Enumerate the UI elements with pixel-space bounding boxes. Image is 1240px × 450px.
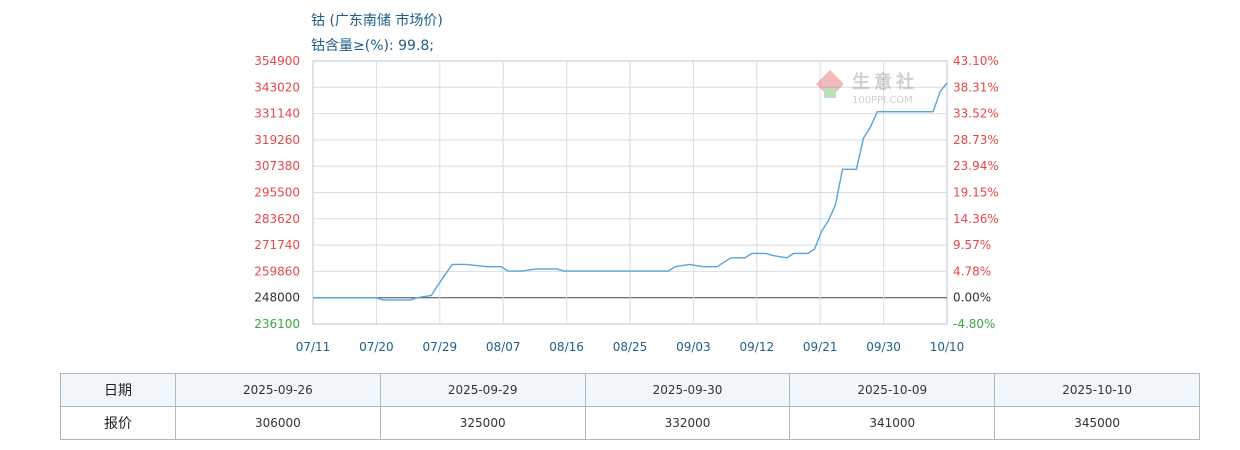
x-tick-label: 09/30	[866, 340, 901, 354]
y-pct-tick-label: -4.80%	[953, 317, 995, 331]
date-cell: 2025-09-29	[379, 373, 586, 407]
y-pct-tick-label: 28.73%	[953, 133, 999, 147]
price-cell: 345000	[994, 406, 1200, 440]
price-cell: 306000	[175, 406, 381, 440]
date-cell: 2025-10-10	[994, 373, 1200, 407]
y-pct-tick-label: 33.52%	[953, 107, 999, 121]
price-table: 日期 2025-09-26 2025-09-29 2025-09-30 2025…	[60, 373, 1200, 440]
y-pct-tick-label: 38.31%	[953, 80, 999, 94]
y-tick-label: 319260	[254, 133, 300, 147]
y-pct-tick-label: 0.00%	[953, 291, 991, 305]
x-tick-label: 07/11	[296, 340, 331, 354]
date-cell: 2025-10-09	[789, 373, 996, 407]
y-tick-label: 331140	[254, 107, 300, 121]
y-tick-label: 236100	[254, 317, 300, 331]
y-tick-label: 354900	[254, 54, 300, 68]
price-chart: 236100 -4.80% 248000 0.00% 259860 4.78% 271740…	[254, 54, 999, 354]
x-tick-label: 09/21	[803, 340, 838, 354]
price-row: 报价 306000 325000 332000 341000 345000	[60, 406, 1200, 440]
y-pct-tick-label: 4.78%	[953, 264, 991, 278]
y-tick-label: 259860	[254, 264, 300, 278]
x-tick-label: 09/03	[676, 340, 711, 354]
date-row-label: 日期	[60, 373, 176, 407]
y-tick-label: 307380	[254, 159, 300, 173]
y-tick-label: 295500	[254, 186, 300, 200]
y-tick-label: 271740	[254, 238, 300, 252]
x-tick-label: 08/07	[486, 340, 521, 354]
date-cell: 2025-09-26	[175, 373, 381, 407]
watermark-name: 生意社	[852, 71, 918, 93]
x-tick-label: 07/20	[359, 340, 394, 354]
price-cell: 341000	[789, 406, 996, 440]
x-tick-label: 07/29	[423, 340, 458, 354]
x-tick-label: 08/25	[613, 340, 648, 354]
date-cell: 2025-09-30	[584, 373, 791, 407]
price-cell: 325000	[379, 406, 586, 440]
price-cell: 332000	[584, 406, 791, 440]
y-pct-tick-label: 23.94%	[953, 159, 999, 173]
x-tick-label: 08/16	[549, 340, 584, 354]
y-tick-label: 248000	[254, 291, 300, 305]
watermark-square-icon	[824, 88, 836, 98]
x-tick-label: 09/12	[740, 340, 775, 354]
date-row: 日期 2025-09-26 2025-09-29 2025-09-30 2025…	[60, 373, 1200, 407]
y-tick-label: 343020	[254, 80, 300, 94]
y-pct-tick-label: 43.10%	[953, 54, 999, 68]
price-row-label: 报价	[60, 406, 176, 440]
y-pct-tick-label: 9.57%	[953, 238, 991, 252]
y-tick-label: 283620	[254, 212, 300, 226]
x-tick-label: 10/10	[930, 340, 965, 354]
watermark-site: 100PPI.COM	[852, 95, 913, 106]
y-pct-tick-label: 14.36%	[953, 212, 999, 226]
y-pct-tick-label: 19.15%	[953, 186, 999, 200]
